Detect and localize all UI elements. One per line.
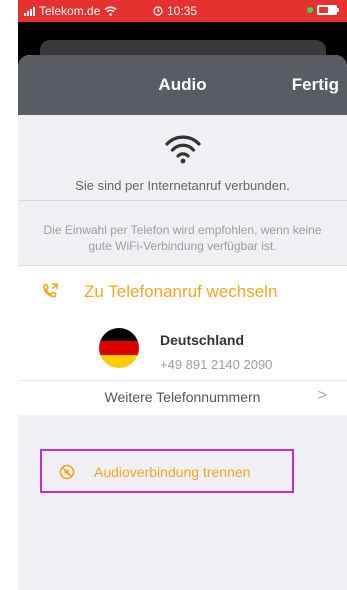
- status-bar: Telekom.de 10:35: [18, 0, 347, 22]
- status-time: 10:35: [167, 4, 198, 18]
- phone-screen: Telekom.de 10:35 Audio Fertig Sie sind p…: [18, 0, 347, 590]
- country-name: Deutschland: [160, 332, 245, 348]
- signal-icon: [24, 6, 35, 16]
- chevron-right-icon: >: [317, 387, 327, 404]
- disconnect-audio-label: Audioverbindung trennen: [94, 464, 251, 480]
- connected-status-text: Sie sind per Internetanruf verbunden.: [75, 178, 290, 193]
- more-phone-numbers-row[interactable]: Weitere Telefonnummern >: [18, 381, 347, 415]
- carrier-label: Telekom.de: [39, 4, 101, 18]
- germany-flag-icon: [99, 328, 139, 368]
- dial-in-number[interactable]: +49 891 2140 2090: [160, 357, 272, 372]
- disconnect-audio-button[interactable]: Audioverbindung trennen: [40, 449, 294, 493]
- battery-icon: [317, 5, 339, 15]
- audio-sheet: Audio Fertig Sie sind per Internetanruf …: [18, 55, 347, 590]
- wifi-icon: [104, 6, 117, 16]
- no-audio-icon: [59, 464, 75, 480]
- switch-to-phone-call-label: Zu Telefonanruf wechseln: [84, 282, 278, 301]
- call-options-section: Zu Telefonanruf wechseln Deutschland +49…: [18, 266, 347, 415]
- clock-icon: [153, 6, 163, 16]
- more-phone-numbers-label: Weitere Telefonnummern: [104, 389, 261, 405]
- done-button[interactable]: Fertig: [292, 75, 339, 95]
- status-left: Telekom.de: [24, 4, 117, 18]
- location-dot-icon: [307, 7, 313, 13]
- nav-bar: Audio Fertig: [18, 55, 347, 115]
- bottom-area: [18, 415, 347, 590]
- wifi-icon: [165, 135, 201, 164]
- dial-in-hint: Die Einwahl per Telefon wird empfohlen, …: [43, 223, 322, 253]
- status-center: 10:35: [153, 4, 197, 18]
- phone-switch-icon: [43, 283, 58, 298]
- switch-to-phone-call-row[interactable]: Zu Telefonanruf wechseln: [18, 266, 347, 314]
- divider: [18, 200, 347, 201]
- status-right: [307, 5, 339, 15]
